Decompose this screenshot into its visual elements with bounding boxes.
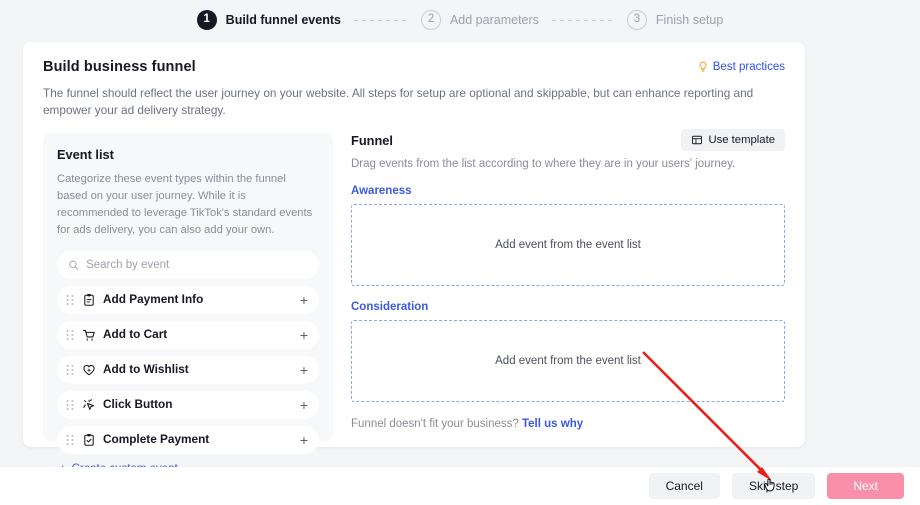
event-item-label: Add to Wishlist bbox=[103, 362, 189, 377]
wizard-footer-bar: Cancel Skip step Next bbox=[0, 467, 920, 505]
dropzone-placeholder: Add event from the event list bbox=[495, 355, 641, 367]
search-by-event-box[interactable] bbox=[57, 251, 319, 279]
event-item-add-payment-info[interactable]: Add Payment Info + bbox=[57, 286, 319, 314]
search-icon bbox=[69, 260, 79, 270]
search-input[interactable] bbox=[86, 259, 308, 271]
event-item-add-to-cart[interactable]: Add to Cart + bbox=[57, 321, 319, 349]
dropzone-awareness[interactable]: Add event from the event list bbox=[351, 204, 785, 286]
add-event-button[interactable]: + bbox=[300, 328, 308, 342]
drag-handle-icon[interactable] bbox=[66, 329, 74, 341]
card-header: Build business funnel The funnel should … bbox=[23, 42, 805, 119]
use-template-label: Use template bbox=[708, 134, 775, 146]
dropzone-consideration[interactable]: Add event from the event list bbox=[351, 320, 785, 402]
clipboard-icon bbox=[84, 294, 94, 306]
step-1-build-funnel-events[interactable]: 1 Build funnel events bbox=[196, 10, 341, 30]
stage-label-awareness: Awareness bbox=[351, 185, 412, 197]
wizard-stepper: 1 Build funnel events 2 Add parameters 3… bbox=[0, 0, 920, 40]
template-icon bbox=[692, 135, 703, 145]
stage-label-consideration: Consideration bbox=[351, 301, 429, 313]
event-item-click-button[interactable]: Click Button + bbox=[57, 391, 319, 419]
shopping-cart-icon bbox=[83, 329, 95, 341]
drag-handle-icon[interactable] bbox=[66, 434, 74, 446]
event-item-complete-payment[interactable]: Complete Payment + bbox=[57, 426, 319, 454]
event-item-label: Click Button bbox=[103, 397, 173, 412]
heart-icon bbox=[83, 364, 95, 376]
card-body: Event list Categorize these event types … bbox=[23, 129, 805, 475]
step-separator-1 bbox=[353, 19, 408, 21]
drag-handle-icon[interactable] bbox=[66, 294, 74, 306]
event-item-label: Add Payment Info bbox=[103, 292, 204, 307]
page-description: The funnel should reflect the user journ… bbox=[43, 86, 754, 117]
funnel-footer-note: Funnel doesn't fit your business? Tell u… bbox=[351, 418, 785, 430]
dropzone-placeholder: Add event from the event list bbox=[495, 239, 641, 251]
best-practices-link[interactable]: Best practices bbox=[697, 61, 785, 73]
cancel-button[interactable]: Cancel bbox=[648, 473, 720, 499]
event-item-label: Complete Payment bbox=[103, 432, 210, 447]
event-item-label: Add to Cart bbox=[103, 327, 168, 342]
best-practices-label: Best practices bbox=[712, 61, 785, 73]
tell-us-why-link[interactable]: Tell us why bbox=[522, 418, 583, 430]
step-3-finish-setup[interactable]: 3 Finish setup bbox=[626, 10, 724, 30]
add-event-button[interactable]: + bbox=[300, 293, 308, 307]
step-3-label: Finish setup bbox=[655, 12, 724, 27]
build-business-funnel-card: Build business funnel The funnel should … bbox=[23, 42, 805, 475]
step-2-number: 2 bbox=[420, 10, 441, 30]
step-3-number: 3 bbox=[626, 10, 647, 30]
hand-pointer-cursor bbox=[764, 478, 775, 492]
add-event-button[interactable]: + bbox=[300, 433, 308, 447]
step-1-label: Build funnel events bbox=[225, 12, 341, 27]
clipboard-check-icon bbox=[84, 434, 94, 446]
funnel-panel: Funnel Use template Drag events from the… bbox=[333, 129, 785, 441]
screen-root: 1 Build funnel events 2 Add parameters 3… bbox=[0, 0, 920, 505]
step-separator-2 bbox=[551, 19, 614, 21]
use-template-button[interactable]: Use template bbox=[681, 129, 785, 151]
event-item-add-to-wishlist[interactable]: Add to Wishlist + bbox=[57, 356, 319, 384]
step-2-label: Add parameters bbox=[449, 12, 539, 27]
page-title: Build business funnel bbox=[43, 59, 196, 75]
next-button: Next bbox=[827, 473, 904, 499]
click-cursor-icon bbox=[83, 399, 95, 410]
add-event-button[interactable]: + bbox=[300, 363, 308, 377]
drag-handle-icon[interactable] bbox=[66, 399, 74, 411]
drag-handle-icon[interactable] bbox=[66, 364, 74, 376]
event-list-description: Categorize these event types within the … bbox=[57, 173, 313, 236]
lightbulb-icon bbox=[699, 61, 707, 72]
funnel-description: Drag events from the list according to w… bbox=[351, 158, 736, 170]
event-list-title: Event list bbox=[57, 147, 114, 162]
step-2-add-parameters[interactable]: 2 Add parameters bbox=[420, 10, 539, 30]
step-1-number: 1 bbox=[196, 10, 217, 30]
add-event-button[interactable]: + bbox=[300, 398, 308, 412]
event-list-panel: Event list Categorize these event types … bbox=[43, 133, 333, 475]
funnel-footer-text: Funnel doesn't fit your business? bbox=[351, 418, 519, 430]
